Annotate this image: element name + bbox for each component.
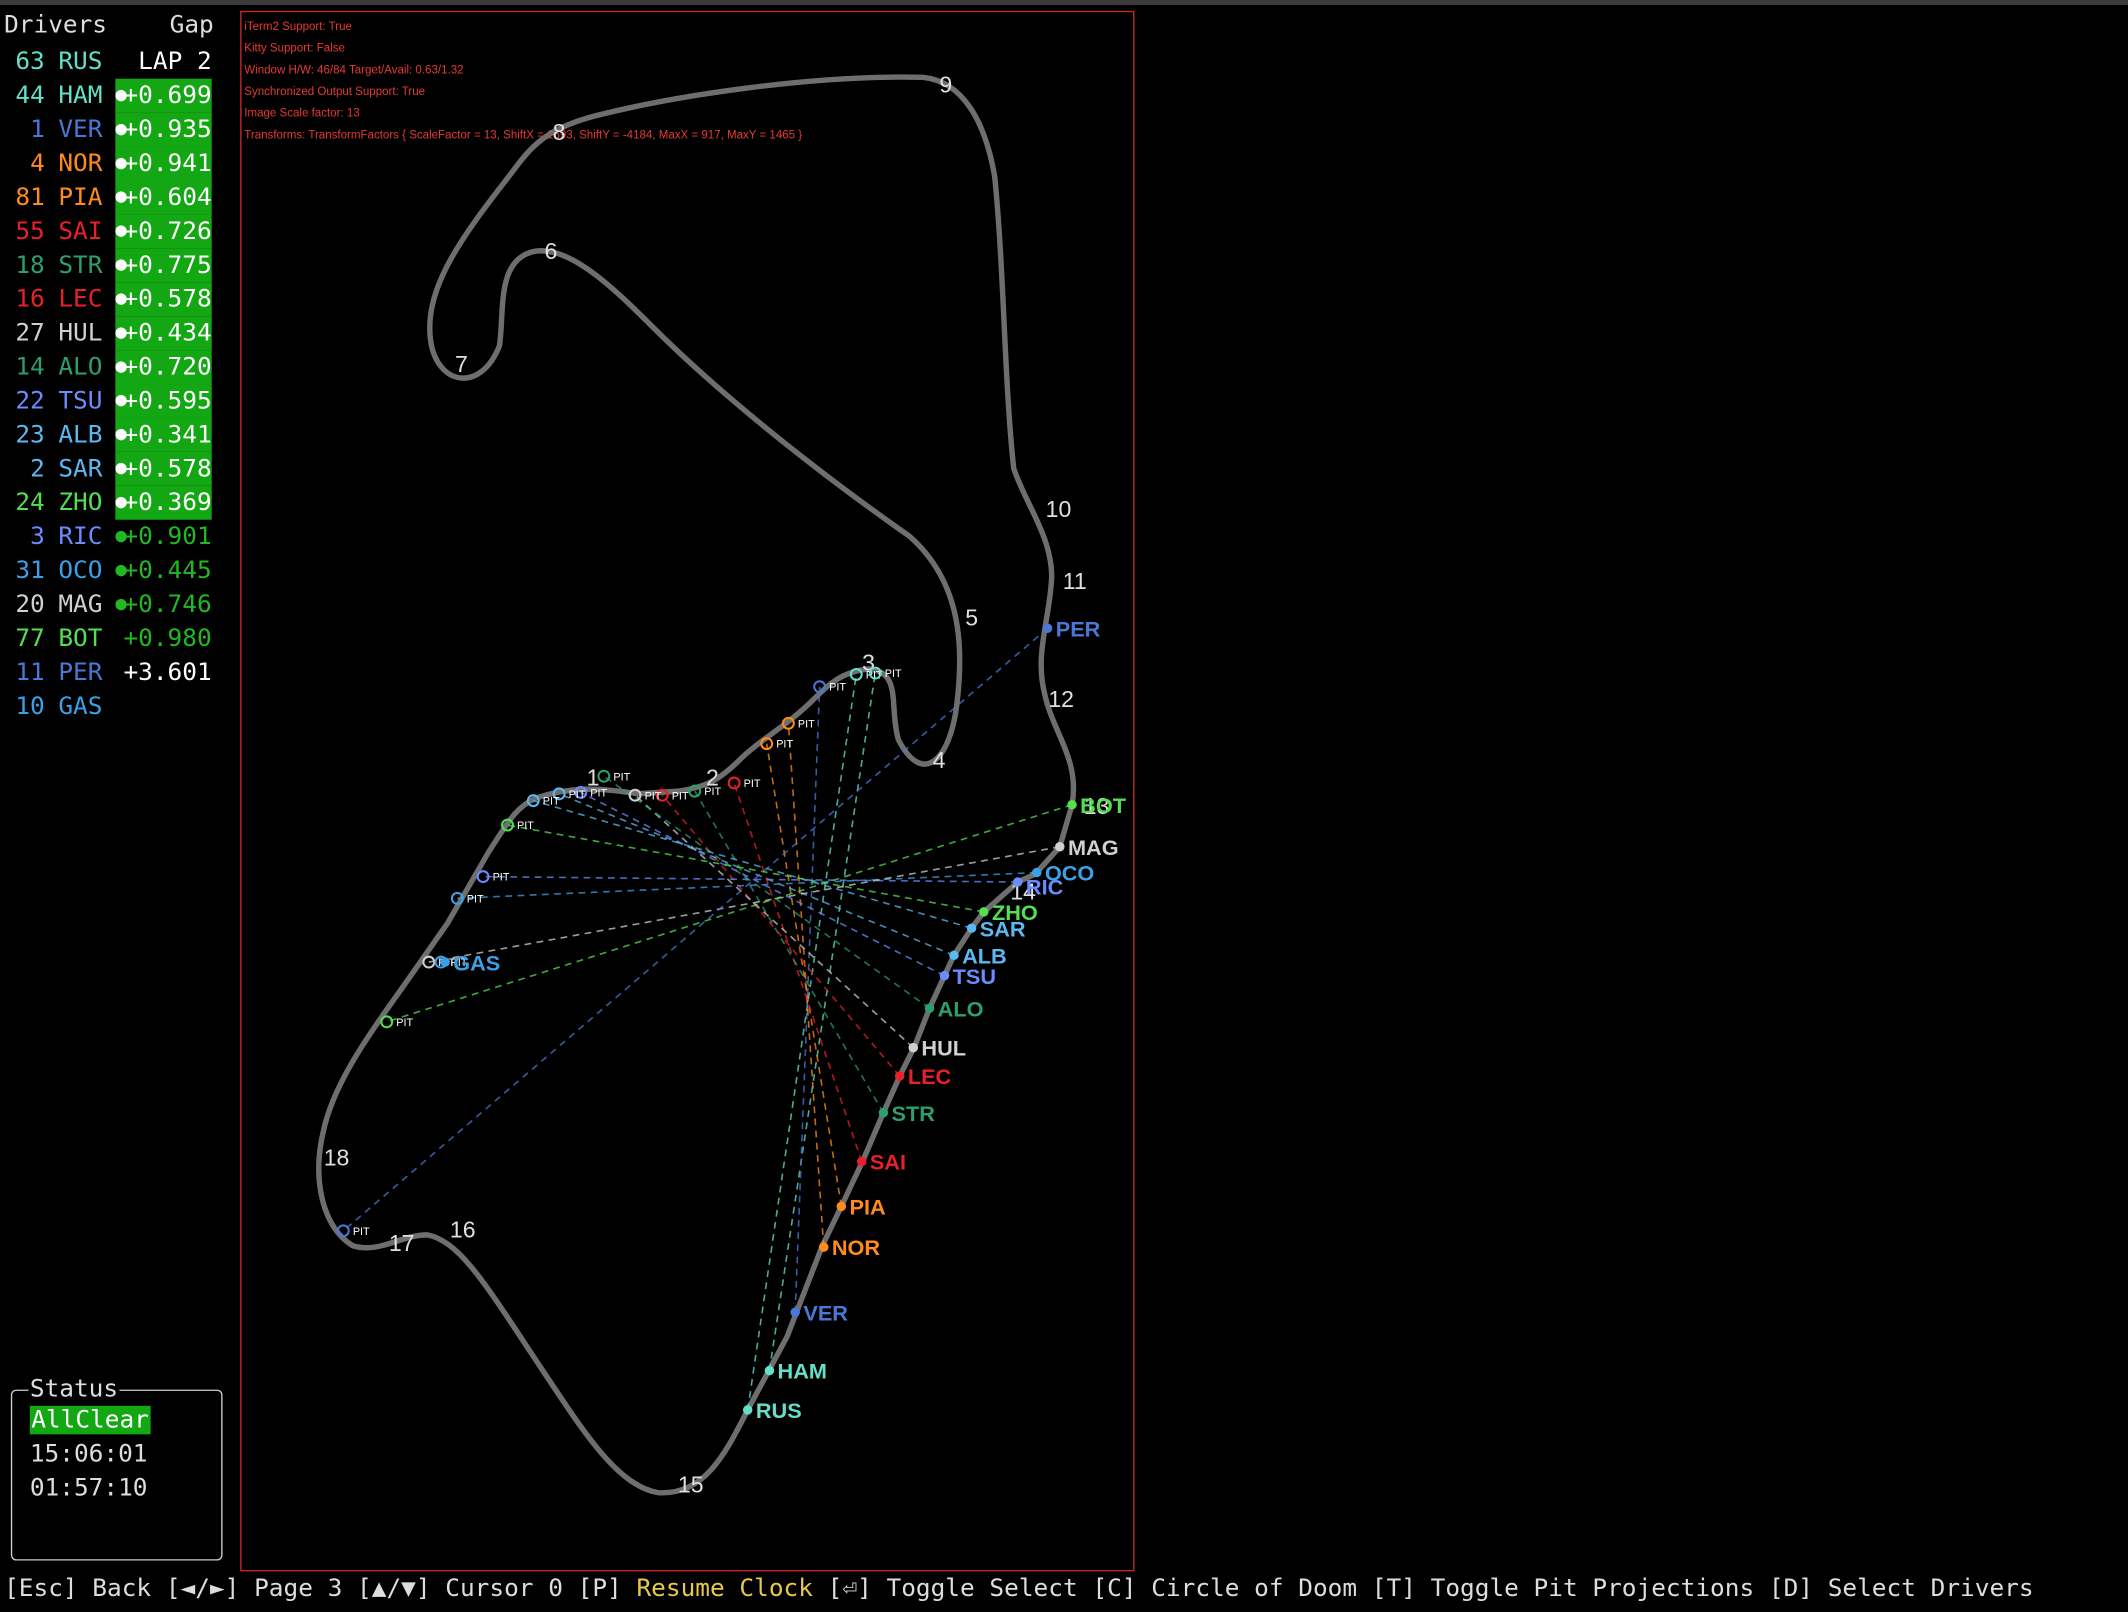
car-label: ALO: [938, 996, 984, 1021]
car-marker[interactable]: [1055, 842, 1065, 852]
pit-label: PIT: [517, 820, 534, 832]
pit-label: PIT: [353, 1226, 370, 1238]
car-marker[interactable]: [1013, 877, 1023, 887]
pit-projection-line: [765, 743, 843, 1207]
corner-number: 10: [1046, 496, 1072, 522]
pit-label: PIT: [885, 668, 902, 680]
corner-number: 8: [553, 119, 566, 145]
pit-projection-line: [603, 775, 931, 1009]
pit-label: PIT: [798, 718, 815, 730]
car-label: NOR: [832, 1235, 881, 1260]
corner-number: 12: [1048, 686, 1074, 712]
key-hint[interactable]: [D] Select Drivers: [1769, 1574, 2034, 1602]
car-marker[interactable]: [1031, 867, 1042, 878]
car-label: HAM: [778, 1359, 827, 1384]
car-marker[interactable]: [979, 907, 989, 917]
pit-label: PIT: [396, 1017, 413, 1029]
car-label: VER: [803, 1300, 848, 1325]
pit-projection-line: [507, 824, 984, 913]
pit-label: PIT: [672, 790, 689, 802]
key-hint[interactable]: [P]: [578, 1574, 637, 1602]
pit-projection-line: [342, 627, 1049, 1232]
corner-number: 7: [455, 351, 468, 377]
car-label: SAI: [870, 1150, 906, 1175]
pit-label: PIT: [569, 789, 586, 801]
car-marker[interactable]: [440, 957, 450, 967]
car-marker[interactable]: [878, 1107, 889, 1118]
car-marker[interactable]: [790, 1307, 800, 1317]
key-hint[interactable]: [▲/▼] Cursor 0: [357, 1574, 578, 1602]
pit-label: PIT: [590, 788, 607, 800]
key-hint[interactable]: [⏎] Toggle Select: [828, 1574, 1093, 1602]
track-map[interactable]: 1 23456789101112131415161718PIT PITPITPITP…: [0, 0, 2128, 1612]
car-marker[interactable]: [939, 970, 950, 981]
car-marker[interactable]: [856, 1156, 867, 1167]
pit-label: PIT: [613, 771, 630, 783]
pit-label: PIT: [704, 786, 721, 798]
pit-projection-line: [768, 672, 877, 1371]
pit-label: PIT: [493, 872, 510, 884]
car-label: STR: [892, 1101, 936, 1126]
pit-projection-line: [733, 782, 863, 1162]
pit-label: PIT: [744, 778, 761, 790]
car-label: PER: [1056, 616, 1101, 641]
corner-number: 15: [678, 1472, 704, 1498]
pit-projection-line: [694, 790, 885, 1114]
car-marker[interactable]: [818, 1242, 829, 1252]
car-label: OCO: [1045, 861, 1094, 886]
pit-label: PIT: [776, 739, 793, 751]
car-marker[interactable]: [1067, 799, 1077, 810]
pit-label: PIT: [829, 682, 846, 694]
car-marker[interactable]: [908, 1042, 919, 1053]
car-marker[interactable]: [764, 1365, 775, 1376]
corner-number: 16: [450, 1217, 476, 1243]
key-hint[interactable]: Resume Clock: [636, 1574, 827, 1602]
car-label: RUS: [756, 1398, 802, 1423]
car-label: BOT: [1080, 793, 1127, 818]
car-label: ALB: [962, 943, 1007, 968]
pit-label: PIT: [645, 790, 662, 802]
car-label: MAG: [1068, 835, 1119, 860]
corner-number: 18: [324, 1145, 350, 1171]
key-hint[interactable]: [T] Toggle Pit Projections: [1372, 1574, 1769, 1602]
car-marker[interactable]: [894, 1071, 905, 1081]
corner-number: 4: [933, 747, 946, 773]
corner-number: 9: [939, 71, 952, 97]
key-hint[interactable]: [C] Circle of Doom: [1092, 1574, 1371, 1602]
car-marker[interactable]: [966, 923, 977, 933]
car-marker[interactable]: [924, 1003, 935, 1014]
car-marker[interactable]: [1042, 623, 1053, 634]
pit-projection-line: [558, 793, 955, 957]
car-label: GAS: [453, 950, 500, 975]
pit-projection-marker: [380, 1015, 394, 1029]
car-marker[interactable]: [742, 1405, 753, 1415]
car-label: LEC: [908, 1064, 952, 1089]
key-hint[interactable]: [Esc] Back: [4, 1574, 166, 1602]
timing-screen: Drivers Gap 63RUSLAP 244HAM+0.6991VER+0.…: [0, 0, 2128, 1612]
corner-number: 17: [389, 1230, 415, 1256]
key-hints-bar: [Esc] Back [◄/►] Page 3 [▲/▼] Cursor 0 […: [4, 1574, 2034, 1602]
car-marker[interactable]: [949, 950, 959, 961]
pit-projection-line: [386, 803, 1073, 1023]
pit-label: PIT: [543, 796, 560, 808]
corner-number: 11: [1063, 568, 1087, 594]
car-label: PIA: [849, 1195, 886, 1220]
car-label: HUL: [921, 1036, 966, 1061]
pit-label: PIT: [467, 893, 484, 905]
corner-number: 6: [545, 238, 558, 264]
key-hint[interactable]: [◄/►] Page 3: [166, 1574, 357, 1602]
car-marker[interactable]: [836, 1201, 847, 1212]
car-label: ZHO: [992, 900, 1038, 925]
pit-projection-line: [533, 799, 972, 929]
corner-number: 5: [965, 605, 978, 631]
